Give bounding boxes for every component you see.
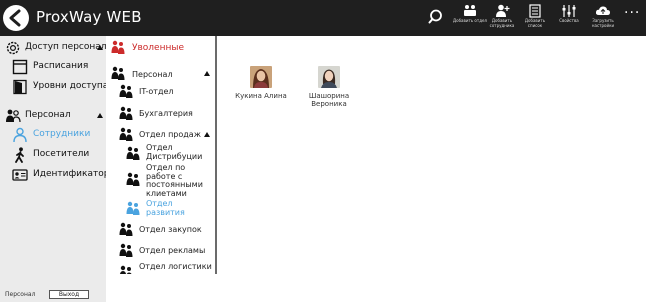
collapse-caret-icon[interactable] — [97, 113, 103, 118]
sidebar-item-schedules[interactable]: Расписания — [0, 58, 106, 76]
door-icon — [13, 79, 27, 95]
sidebar-item-label: Сотрудники — [33, 129, 91, 139]
properties-icon — [562, 5, 576, 17]
department-icon — [126, 172, 140, 186]
current-user-label: Персонал — [5, 291, 36, 298]
tree-item-personnel[interactable]: Персонал — [111, 66, 216, 82]
tree-item-label: IT-отдел — [139, 87, 174, 96]
department-icon — [119, 222, 133, 236]
employee-photo — [250, 66, 272, 88]
department-icon — [119, 127, 133, 141]
sidebar-item-personnel[interactable]: Персонал — [0, 107, 106, 125]
sidebar-item-label: Идентификаторы — [33, 169, 117, 179]
tree-item-department-selected[interactable]: Отдел развития — [126, 199, 214, 218]
employee-photo — [318, 66, 340, 88]
load-settings-label: Загрузить настройки — [591, 18, 615, 28]
tree-item-department[interactable]: IT-отдел — [119, 84, 214, 100]
staff-icon — [6, 109, 21, 123]
back-logo-icon[interactable] — [3, 5, 29, 31]
add-employee-label: Добавить сотрудника — [489, 18, 515, 28]
tree-item-label: Бухгалтерия — [139, 109, 193, 118]
collapse-caret-icon[interactable] — [204, 71, 210, 76]
employees-icon — [13, 127, 27, 143]
sidebar-item-label: Посетители — [33, 149, 90, 159]
collapse-caret-icon[interactable] — [204, 132, 210, 137]
tree-item-label: Отдел рекламы — [139, 246, 206, 255]
department-icon — [126, 201, 140, 215]
tree-item-label: Уволенные — [132, 43, 184, 53]
department-icon — [111, 66, 125, 80]
employee-name: Шашорина Вероника — [308, 92, 350, 108]
employee-name: Кукина Алина — [235, 92, 287, 100]
id-card-icon — [12, 169, 28, 181]
department-tree: Уволенные Персонал IT-отдел Бухгалтерия … — [106, 36, 216, 274]
employee-card[interactable]: Кукина Алина — [226, 66, 296, 100]
tree-item-label: Отдел развития — [146, 199, 185, 217]
department-icon — [126, 146, 140, 160]
sidebar: Доступ персонала Расписания Уровни досту… — [0, 36, 117, 287]
fired-people-icon — [111, 40, 125, 54]
add-employee-icon — [496, 4, 510, 17]
status-footer: Персонал Выход — [0, 287, 106, 302]
sidebar-item-access-levels[interactable]: Уровни доступа — [0, 78, 109, 96]
walking-person-icon — [15, 147, 24, 163]
add-list-button[interactable]: Добавить список — [518, 4, 552, 34]
add-employee-button[interactable]: Добавить сотрудника — [485, 4, 519, 34]
tree-item-label: Отдел Дистрибуции — [146, 143, 203, 161]
tree-item-department[interactable]: Отдел рекламы — [119, 243, 214, 259]
more-menu-icon[interactable]: ··· — [624, 6, 640, 23]
tree-item-label: Персонал — [132, 70, 173, 79]
tree-item-department[interactable]: Отдел закупок — [119, 222, 214, 238]
sidebar-item-label: Расписания — [33, 61, 89, 71]
sidebar-item-label: Уровни доступа — [33, 81, 109, 91]
properties-button[interactable]: Свойства — [552, 4, 586, 34]
tree-item-department[interactable]: Отдел по работе с постоянными клиетами — [126, 163, 214, 198]
tree-item-label: Отдел логистики — [139, 262, 212, 271]
app-title: ProxWay WEB — [36, 8, 142, 26]
tree-item-department[interactable]: Отдел логистики — [119, 262, 214, 274]
department-icon — [119, 106, 133, 120]
top-bar: ProxWay WEB Добавить отдел Добавить сотр… — [0, 0, 646, 36]
sidebar-item-personnel-access[interactable]: Доступ персонала — [0, 39, 112, 57]
cloud-upload-icon — [595, 6, 610, 15]
load-settings-button[interactable]: Загрузить настройки — [586, 4, 620, 34]
sidebar-item-identifiers[interactable]: Идентификаторы — [0, 166, 117, 184]
tree-item-department[interactable]: Бухгалтерия — [119, 106, 214, 122]
properties-label: Свойства — [559, 18, 579, 23]
logout-button[interactable]: Выход — [49, 290, 89, 299]
employee-card[interactable]: Шашорина Вероника — [294, 66, 364, 108]
tree-item-label: Отдел по работе с постоянными клиетами — [146, 163, 203, 198]
add-department-button[interactable]: Добавить отдел — [453, 4, 487, 34]
tree-item-label: Отдел продаж — [139, 130, 201, 139]
add-department-label: Добавить отдел — [453, 18, 487, 23]
sidebar-item-visitors[interactable]: Посетители — [0, 146, 106, 164]
tree-item-label: Отдел закупок — [139, 225, 202, 234]
department-icon — [119, 84, 133, 98]
add-list-label: Добавить список — [524, 18, 546, 28]
gear-icon — [6, 41, 20, 55]
department-icon — [119, 265, 132, 274]
add-list-icon — [529, 4, 541, 18]
add-department-icon — [464, 5, 476, 16]
tree-item-fired[interactable]: Уволенные — [111, 40, 211, 56]
employee-grid: Кукина Алина Шашорина Вероника — [217, 36, 646, 274]
tree-item-department[interactable]: Отдел продаж — [119, 127, 216, 143]
schedule-icon — [12, 59, 28, 75]
department-icon — [119, 243, 133, 257]
search-icon[interactable] — [428, 8, 446, 26]
sidebar-item-employees[interactable]: Сотрудники — [0, 126, 106, 144]
sidebar-item-label: Персонал — [25, 110, 71, 120]
collapse-caret-icon[interactable] — [97, 45, 103, 50]
tree-item-department[interactable]: Отдел Дистрибуции — [126, 143, 214, 162]
